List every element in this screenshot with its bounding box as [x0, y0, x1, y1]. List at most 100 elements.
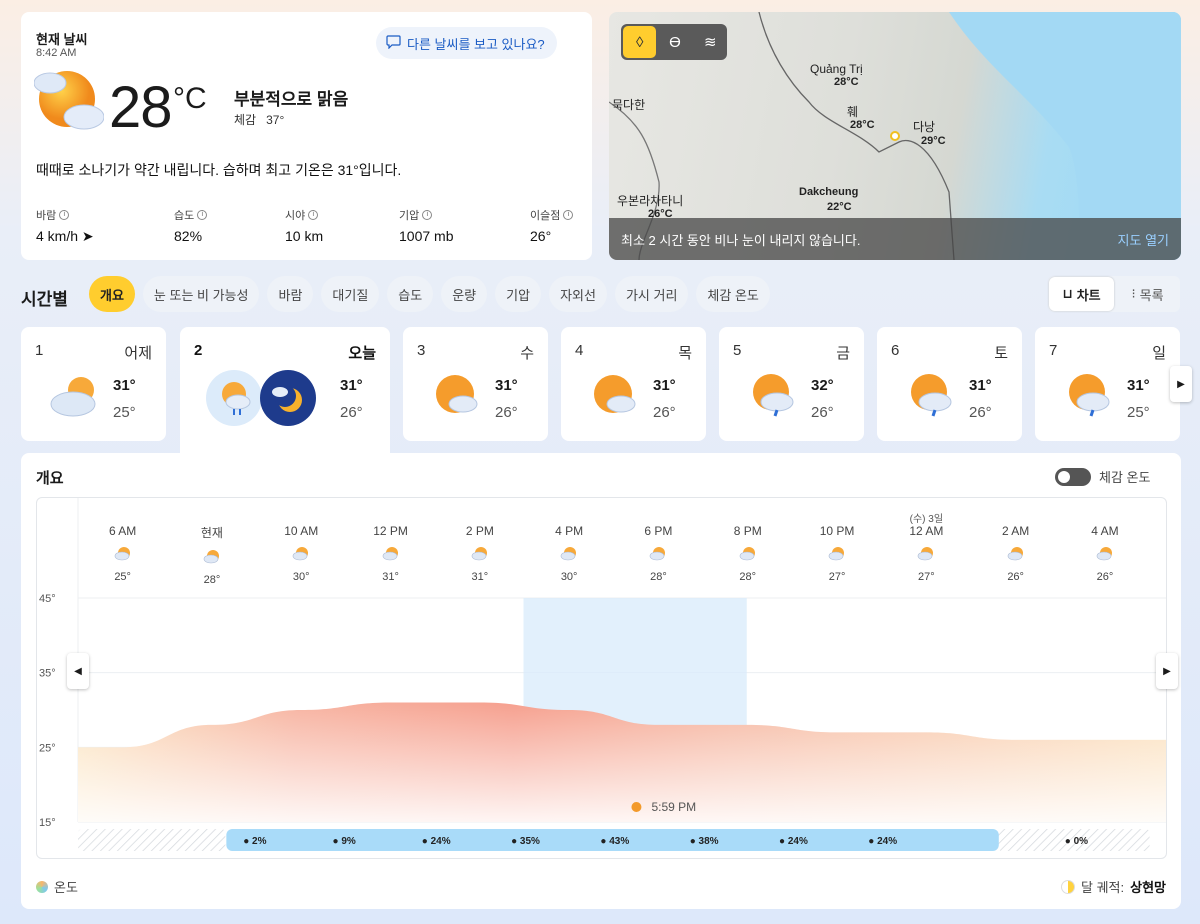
sunset-time: 5:59 PM	[651, 800, 696, 814]
stat-humidity[interactable]: 습도 i 82%	[174, 207, 208, 244]
pill-pressure[interactable]: 기압	[495, 276, 542, 312]
current-time: 8:42 AM	[36, 47, 77, 59]
toggle-switch[interactable]	[1055, 467, 1091, 486]
day-card[interactable]: 4 목 31° 26°	[561, 327, 706, 441]
current-location-marker	[890, 131, 900, 141]
chart-next-button[interactable]: ▶	[1156, 653, 1178, 689]
pill-feels-like[interactable]: 체감 온도	[696, 276, 770, 312]
night-moon-icon	[260, 370, 316, 426]
other-weather-button[interactable]: 다른 날씨를 보고 있나요?	[376, 27, 557, 59]
y-tick-label: 25°	[39, 742, 56, 754]
day-number: 6	[891, 342, 900, 359]
map-place-temp: 22°C	[827, 201, 852, 213]
current-temperature: 28	[109, 75, 173, 140]
map-place-name: 훼	[847, 105, 859, 119]
day-card[interactable]: 5 금 32° 26°	[719, 327, 864, 441]
stat-dewpoint[interactable]: 이슬점 i 26°	[530, 207, 574, 244]
map-place-temp: 29°C	[921, 135, 946, 147]
temperature-unit[interactable]: °C	[173, 82, 207, 116]
legend-moon: 달 궤적: 상현망	[1061, 877, 1166, 896]
stat-wind[interactable]: 바람 i 4 km/h ➤	[36, 207, 94, 245]
overview-panel: 개요 체감 온도 6 AM 25° 현재 28° 10 AM 30° 12 PM 31° 2 P…	[21, 453, 1181, 909]
list-icon: ⁝	[1131, 286, 1136, 301]
pill-precipitation[interactable]: 눈 또는 비 가능성	[142, 276, 260, 312]
thermometer-icon: Ɵ	[669, 33, 681, 51]
map-notice: 최소 2 시간 동안 비나 눈이 내리지 않습니다.	[621, 232, 861, 248]
info-icon[interactable]: i	[308, 210, 319, 220]
precip-chance: ● 24%	[868, 836, 897, 847]
pill-humidity[interactable]: 습도	[387, 276, 434, 312]
day-number: 4	[575, 342, 584, 359]
info-icon[interactable]: i	[59, 210, 70, 220]
day-card[interactable]: 6 토 31° 26°	[877, 327, 1022, 441]
info-icon[interactable]: i	[563, 210, 574, 220]
stat-pressure[interactable]: 기압 i 1007 mb	[399, 207, 453, 244]
day-card[interactable]: 1 어제 31° 25°	[21, 327, 166, 441]
stat-value: 82%	[174, 228, 203, 244]
rain-showers-icon	[753, 374, 794, 417]
day-name: 어제	[124, 345, 152, 362]
chart-prev-button[interactable]: ◀	[67, 653, 89, 689]
feels-like-toggle[interactable]: 체감 온도	[1055, 467, 1150, 486]
map-layer-toggle[interactable]: ◊ Ɵ ≋	[621, 24, 727, 60]
pill-uv[interactable]: 자외선	[549, 276, 607, 312]
pill-overview[interactable]: 개요	[89, 276, 135, 312]
day-name: 토	[994, 345, 1008, 362]
pill-wind[interactable]: 바람	[267, 276, 314, 312]
wind-icon: ≋	[704, 34, 717, 51]
precip-chance: ● 24%	[779, 836, 808, 847]
overview-title: 개요	[36, 470, 64, 487]
map-place-name: Dakcheung	[799, 186, 859, 198]
open-map-link[interactable]: 지도 열기	[1118, 230, 1169, 249]
day-name: 오늘	[348, 345, 376, 362]
wind-layer-button[interactable]: ≋	[694, 26, 727, 58]
info-icon[interactable]: i	[197, 210, 208, 220]
day-number: 1	[35, 342, 44, 359]
wind-direction-icon: ➤	[81, 228, 94, 244]
stat-label: 바람	[36, 210, 57, 222]
day-number: 2	[194, 342, 203, 359]
temperature-layer-button[interactable]: Ɵ	[658, 26, 691, 58]
pill-air-quality[interactable]: 대기질	[321, 276, 380, 312]
days-next-button[interactable]: ▶	[1170, 366, 1192, 402]
day-name: 금	[836, 345, 850, 362]
info-icon[interactable]: i	[422, 210, 433, 220]
day-high: 31°	[340, 377, 363, 394]
stat-value: 26°	[530, 228, 552, 244]
current-weather-card: 현재 날씨 8:42 AM 다른 날씨를 보고 있나요? 28 °C 부분적으로…	[21, 12, 592, 260]
chat-icon	[386, 34, 401, 52]
y-tick-label: 45°	[39, 593, 56, 605]
list-view-button[interactable]: ⁝ 목록	[1115, 276, 1180, 312]
day-low: 26°	[969, 404, 992, 421]
day-low: 26°	[811, 404, 834, 421]
pill-cloud-cover[interactable]: 운량	[441, 276, 488, 312]
day-high: 32°	[811, 377, 834, 394]
stat-visibility[interactable]: 시야 i 10 km	[285, 207, 323, 244]
day-card[interactable]: 7 일 31° 25°	[1035, 327, 1180, 441]
y-tick-label: 35°	[39, 668, 56, 680]
day-card-selected[interactable]: 2 오늘 31° 26°	[180, 327, 390, 453]
precipitation-layer-button[interactable]: ◊	[623, 26, 657, 58]
rain-showers-icon	[1069, 374, 1110, 417]
pill-visibility[interactable]: 가시 거리	[614, 276, 689, 312]
map-place-name: 우본라차타니	[617, 194, 684, 208]
hourly-title: 시간별	[21, 290, 68, 309]
stat-label: 기압	[399, 210, 420, 222]
chart-view-button[interactable]: ⊔ 차트	[1049, 277, 1114, 311]
day-high: 31°	[1127, 377, 1150, 394]
weather-map[interactable]: ◊ Ɵ ≋ Quảng Trị 28°C 훼 28°C 다낭 29°C Dakc…	[609, 12, 1181, 260]
y-tick-label: 15°	[39, 817, 56, 829]
day-high: 31°	[653, 377, 676, 394]
map-place-name: 다낭	[913, 120, 936, 134]
map-place-temp: 28°C	[850, 119, 875, 131]
chevron-right-icon: ▶	[1177, 378, 1185, 390]
day-high: 31°	[969, 377, 992, 394]
chevron-right-icon: ▶	[1163, 665, 1171, 677]
moon-label: 달 궤적:	[1081, 880, 1125, 895]
day-card[interactable]: 3 수 31° 26°	[403, 327, 548, 441]
map-place-name: Quảng Trị	[810, 62, 863, 76]
current-condition: 부분적으로 맑음	[234, 90, 349, 109]
day-low: 26°	[340, 404, 363, 421]
day-rain-icon	[206, 370, 262, 426]
list-view-label: 목록	[1139, 287, 1164, 303]
